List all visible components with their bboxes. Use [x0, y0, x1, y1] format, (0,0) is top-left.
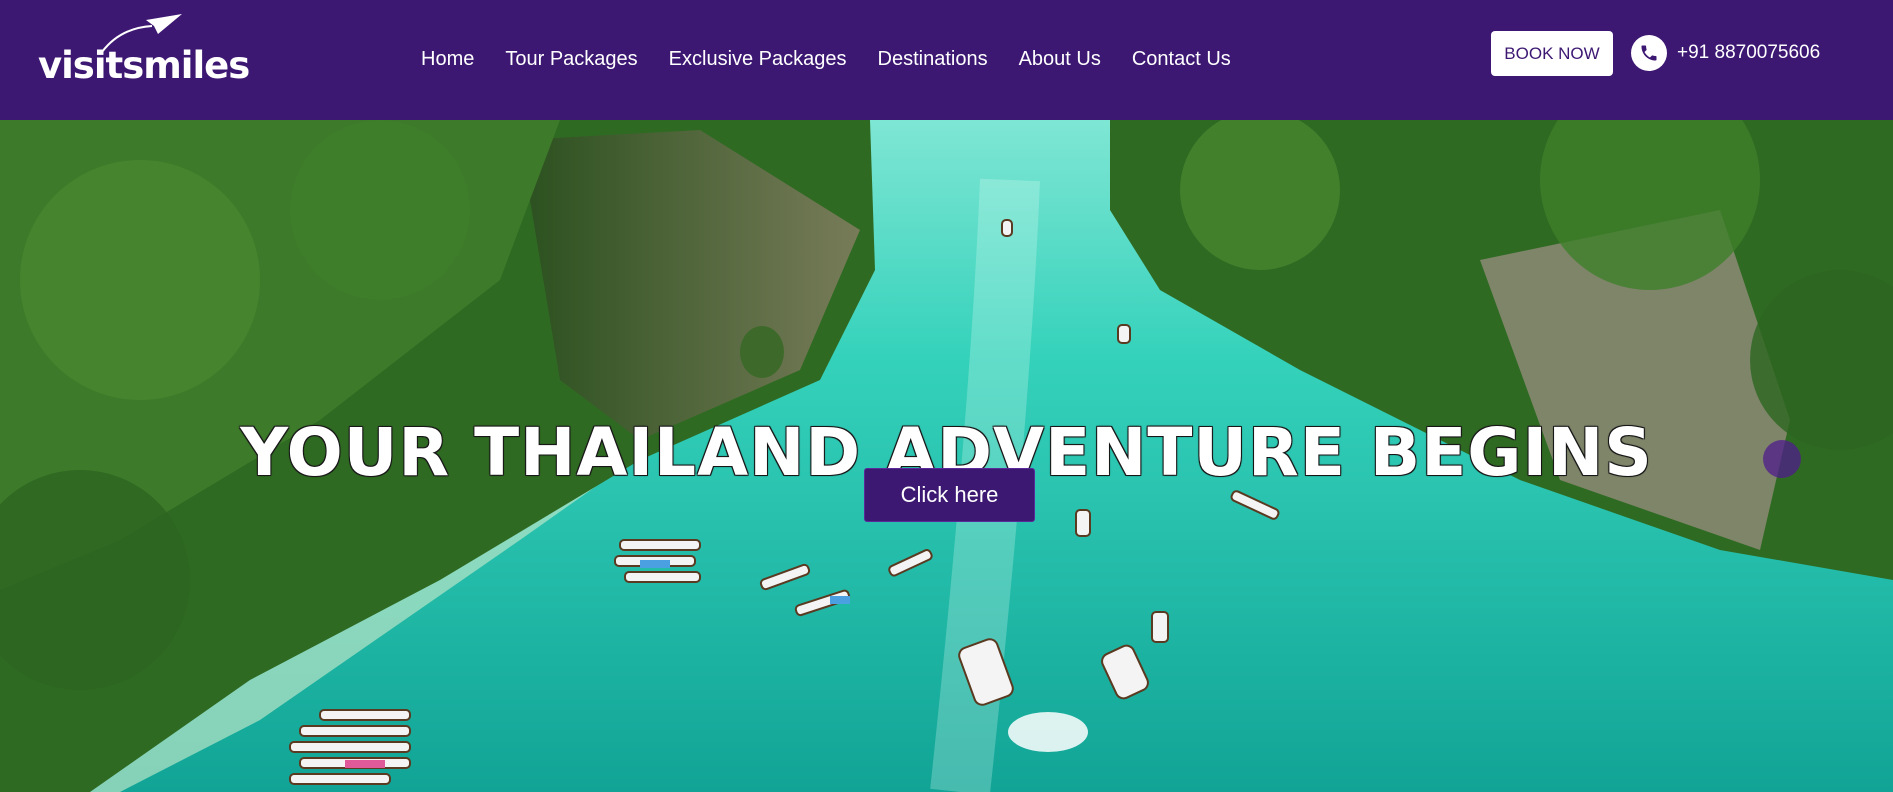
main-nav: Home Tour Packages Exclusive Packages De… [421, 48, 1231, 71]
hero-banner: YOUR THAILAND ADVENTURE BEGINS Click her… [0, 120, 1893, 792]
phone-icon[interactable] [1631, 35, 1667, 71]
book-now-button[interactable]: BOOK NOW [1491, 31, 1613, 76]
nav-destinations[interactable]: Destinations [878, 48, 988, 71]
nav-home[interactable]: Home [421, 48, 474, 71]
nav-contact-us[interactable]: Contact Us [1132, 48, 1231, 71]
nav-exclusive-packages[interactable]: Exclusive Packages [669, 48, 847, 71]
nav-tour-packages[interactable]: Tour Packages [505, 48, 637, 71]
top-navbar: visitsmiles Home Tour Packages Exclusive… [0, 0, 1893, 120]
click-here-button[interactable]: Click here [864, 468, 1035, 522]
scroll-indicator-icon[interactable] [1763, 440, 1801, 478]
logo-text: visitsmiles [38, 44, 250, 87]
phone-number[interactable]: +91 8870075606 [1677, 42, 1820, 64]
nav-about-us[interactable]: About Us [1019, 48, 1101, 71]
site-logo[interactable]: visitsmiles [38, 14, 268, 87]
